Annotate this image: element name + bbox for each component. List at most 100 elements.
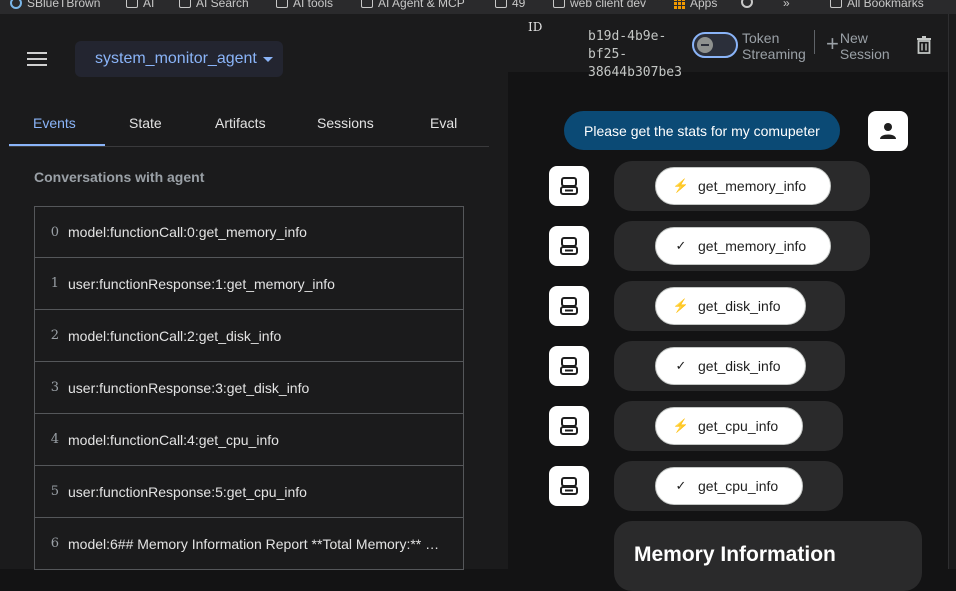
token-label-line: Token (742, 30, 780, 46)
globe-icon-shape (741, 0, 753, 8)
folder-icon (126, 0, 138, 8)
agent-selector[interactable]: system_monitor_agent (75, 41, 283, 77)
bookmark-web-client-dev[interactable]: web client dev (553, 0, 646, 10)
session-id-line: b19d-4b9e- (588, 29, 667, 44)
tab-artifacts[interactable]: Artifacts (215, 115, 266, 131)
event-text: user:functionResponse:5:get_cpu_info (68, 483, 307, 500)
bookmark-apps[interactable]: Apps (674, 0, 717, 10)
bookmark-label: SBlueTBrown (27, 0, 101, 10)
bookmark-ai-tools[interactable]: AI tools (276, 0, 333, 10)
function-call-chip[interactable]: ⚡ get_memory_info (655, 167, 832, 205)
apps-grid-icon (674, 0, 685, 9)
bookmark-ai-search[interactable]: AI Search (179, 0, 249, 10)
bookmark-ai[interactable]: AI (126, 0, 154, 10)
bolt-icon: ⚡ (672, 418, 690, 433)
bookmarks-overflow-button[interactable]: » (783, 0, 790, 10)
robot-icon (560, 357, 578, 375)
bot-avatar (549, 466, 589, 506)
bot-bubble: ⚡ get_disk_info (614, 281, 845, 331)
folder-icon (495, 0, 507, 8)
user-message: Please get the stats for my comupeter (564, 111, 840, 150)
profile-icon (10, 0, 22, 9)
event-text: user:functionResponse:1:get_memory_info (68, 275, 335, 292)
user-avatar (868, 111, 908, 151)
new-session-button[interactable]: + New Session (826, 30, 890, 62)
robot-icon (560, 477, 578, 495)
function-name: get_cpu_info (698, 418, 779, 434)
tab-events[interactable]: Events (33, 115, 76, 131)
function-response-chip[interactable]: ✓ get_disk_info (655, 347, 806, 385)
tab-eval[interactable]: Eval (430, 115, 457, 131)
robot-icon (560, 297, 578, 315)
tab-sessions[interactable]: Sessions (317, 115, 374, 131)
session-toolbar: ID b19d-4b9e- bf25- 38644b307be3 Token S… (508, 14, 948, 80)
bookmark-label: AI tools (293, 0, 334, 10)
session-id-line: 38644b307be3 (588, 65, 682, 80)
bookmark-label: All Bookmarks (847, 0, 924, 10)
check-icon: ✓ (675, 238, 687, 253)
folder-icon (179, 0, 191, 8)
function-call-chip[interactable]: ⚡ get_cpu_info (655, 407, 804, 445)
check-icon: ✓ (675, 478, 687, 493)
report-heading: Memory Information (634, 543, 836, 566)
event-index: 4 (50, 432, 59, 447)
event-index: 1 (50, 276, 59, 291)
event-list: 0 model:functionCall:0:get_memory_info 1u… (34, 206, 464, 570)
tab-bar: Events State Artifacts Sessions Eval (9, 109, 489, 147)
event-row[interactable]: 4 model:functionCall:4:get_cpu_info (34, 414, 464, 466)
session-id-line: bf25- (588, 47, 628, 62)
robot-icon (560, 417, 578, 435)
person-icon (880, 123, 896, 139)
dropdown-caret-icon (262, 56, 273, 62)
bot-avatar (549, 346, 589, 386)
bookmark-ai-agent-mcp[interactable]: AI Agent & MCP (361, 0, 465, 10)
bot-bubble: ⚡ get_cpu_info (614, 401, 843, 451)
bookmark-profile[interactable]: SBlueTBrown (10, 0, 100, 10)
function-name: get_cpu_info (698, 478, 779, 494)
event-row[interactable]: 3 user:functionResponse:3:get_disk_info (34, 362, 464, 414)
function-response-chip[interactable]: ✓ get_memory_info (655, 227, 832, 265)
tab-state[interactable]: State (129, 115, 162, 131)
event-row[interactable]: 5 user:functionResponse:5:get_cpu_info (34, 466, 464, 518)
token-streaming-label: Token Streaming (742, 30, 806, 62)
function-name: get_disk_info (698, 358, 781, 374)
event-index: 6 (50, 536, 59, 551)
robot-icon (560, 237, 578, 255)
bookmark-label: AI Search (196, 0, 249, 10)
bookmark-label: web client dev (570, 0, 647, 10)
side-panel: system_monitor_agent Events State Artifa… (0, 14, 508, 570)
delete-session-icon[interactable] (916, 36, 932, 54)
check-icon: ✓ (675, 358, 687, 373)
plus-icon: + (826, 31, 839, 56)
event-index: 5 (50, 484, 59, 499)
bolt-icon: ⚡ (672, 178, 690, 193)
event-text: model:functionCall:4:get_cpu_info (68, 431, 279, 448)
bookmark-all-bookmarks[interactable]: All Bookmarks (830, 0, 924, 10)
agent-name: system_monitor_agent (95, 50, 257, 67)
function-response-chip[interactable]: ✓ get_cpu_info (655, 467, 804, 505)
panel-edge (948, 14, 956, 569)
globe-icon[interactable] (741, 0, 753, 8)
overflow-icon: » (783, 0, 790, 10)
bookmarks-bar: SBlueTBrown AI AI Search AI tools AI Age… (0, 0, 956, 14)
folder-icon (830, 0, 842, 8)
memory-report-card: Memory Information (614, 521, 922, 591)
bookmark-label: Apps (690, 0, 718, 10)
function-call-chip[interactable]: ⚡ get_disk_info (655, 287, 806, 325)
token-streaming-toggle[interactable] (692, 32, 738, 58)
event-row[interactable]: 6 model:6## Memory Information Report **T… (34, 518, 464, 570)
toggle-knob-icon (697, 37, 713, 53)
event-text: model:functionCall:0:get_memory_info (68, 224, 307, 240)
bookmark-49[interactable]: 49 (495, 0, 525, 10)
event-text: model:functionCall:2:get_disk_info (68, 327, 282, 344)
new-session-label: New (839, 30, 868, 46)
event-row[interactable]: 2 model:functionCall:2:get_disk_info (34, 310, 464, 362)
event-index: 3 (50, 380, 59, 395)
bot-avatar (549, 406, 589, 446)
event-index: 0 (50, 224, 59, 240)
menu-icon[interactable] (27, 52, 47, 68)
event-row[interactable]: 1 user:functionResponse:1:get_memory_info (34, 258, 464, 310)
event-row[interactable]: 0 model:functionCall:0:get_memory_info (34, 206, 464, 258)
toolbar-divider (814, 30, 815, 54)
robot-icon (560, 177, 578, 195)
